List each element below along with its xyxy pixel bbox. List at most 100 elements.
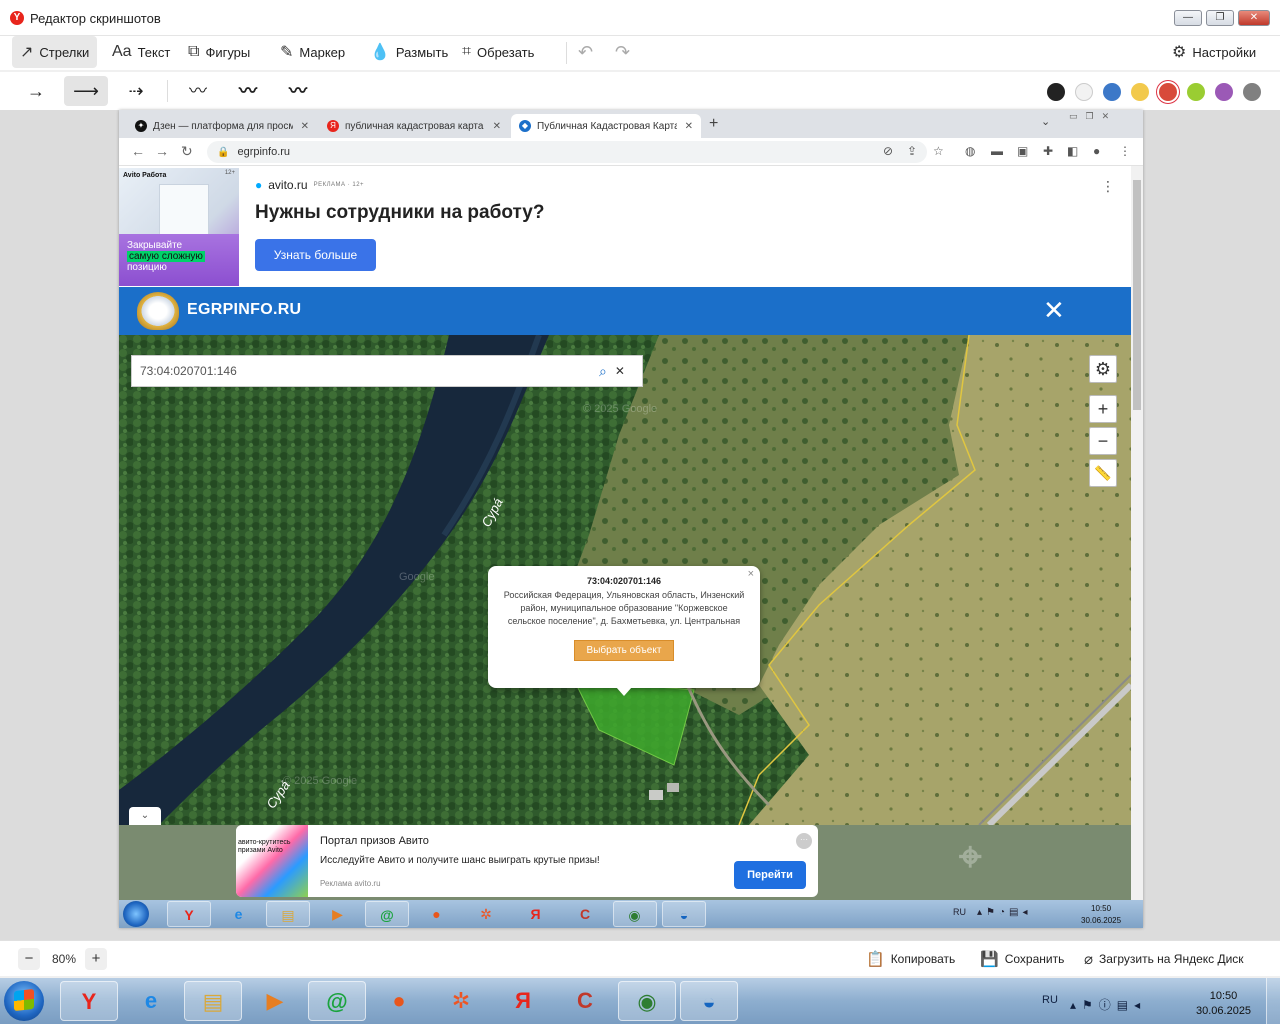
ccleaner-icon[interactable]: C	[556, 981, 614, 1021]
tool-blur[interactable]: 💧 Размыть	[362, 36, 456, 68]
browser-tab[interactable]: ◆ Публичная Кадастровая Карта Р ✕	[511, 114, 701, 138]
ruler-button[interactable]: 📏	[1089, 459, 1117, 487]
tab-search-icon[interactable]: ⌄	[1041, 115, 1050, 128]
save-button[interactable]: 💾 Сохранить	[980, 950, 1064, 968]
page-scrollbar[interactable]	[1131, 166, 1143, 900]
chrome-icon[interactable]: ◉	[618, 981, 676, 1021]
puzzle-icon[interactable]: ✚	[1043, 144, 1053, 158]
ad-source[interactable]: ● avito.ru РЕКЛАМА · 12+	[255, 178, 364, 192]
ad-image[interactable]: Avito Работа 12+ Закрывайте самую сложну…	[119, 168, 239, 286]
yandex-icon[interactable]: Я	[494, 981, 552, 1021]
tray-clock[interactable]: 10:50 30.06.2025	[1196, 989, 1251, 1019]
popup-close-icon[interactable]: ×	[748, 568, 754, 580]
extension-icon[interactable]: ▬	[991, 144, 1003, 158]
tool-marker[interactable]: ✎ Маркер	[272, 36, 353, 68]
color-swatch[interactable]	[1187, 83, 1205, 101]
ad-card-title[interactable]: Портал призов Авито	[320, 835, 429, 847]
explorer-folder-icon[interactable]: ▤	[266, 901, 310, 927]
color-swatch[interactable]	[1159, 83, 1177, 101]
search-icon[interactable]: ⌕	[599, 363, 607, 380]
zoom-in-editor-button[interactable]: +	[85, 948, 107, 970]
zoom-out-editor-button[interactable]: −	[18, 948, 40, 970]
upload-disk-button[interactable]: ⌀ Загрузить на Яндекс Диск	[1084, 950, 1244, 968]
close-window-button[interactable]: ✕	[1238, 10, 1270, 26]
settings-button[interactable]: ⚙ Настройки	[1164, 36, 1264, 68]
ccleaner-icon[interactable]: C	[563, 901, 607, 927]
browser-tab[interactable]: ✦ Дзен — платформа для просмотра ✕	[127, 114, 317, 138]
disk-icon[interactable]: ◒	[680, 981, 738, 1021]
media-player-icon[interactable]: ▶	[246, 981, 304, 1021]
browser-tab[interactable]: Япубличная кадастровая карта — Я ✕	[319, 114, 509, 138]
ad-learn-more-button[interactable]: Узнать больше	[255, 239, 376, 271]
tool-crop[interactable]: ⌗ Обрезать	[454, 36, 542, 68]
color-swatch[interactable]	[1103, 83, 1121, 101]
zoom-in-button[interactable]: +	[1089, 395, 1117, 423]
forward-icon[interactable]: →	[155, 143, 169, 159]
map-close-button[interactable]: ✕	[1043, 295, 1065, 325]
tool-arrow[interactable]: ↗ Стрелки	[12, 36, 98, 68]
disk-icon[interactable]: ◒	[662, 901, 706, 927]
tool-shapes[interactable]: ⧉ Фигуры	[180, 36, 258, 68]
ad-go-button[interactable]: Перейти	[734, 861, 806, 889]
cadastral-map[interactable]: Сура́ Сура́ © 2025 Google Google © 2025 …	[119, 335, 1131, 825]
extension-icon[interactable]: ◍	[965, 144, 975, 158]
mail-agent-icon[interactable]: @	[308, 981, 366, 1021]
language-indicator[interactable]: RU	[1042, 994, 1058, 1006]
new-tab-button[interactable]: +	[709, 115, 718, 133]
show-desktop-button[interactable]	[1266, 978, 1280, 1024]
profile-icon[interactable]: ●	[1093, 144, 1100, 158]
menu-icon[interactable]: ⋮	[1119, 144, 1131, 158]
url-field[interactable]: 🔒 egrpinfo.ru	[207, 141, 927, 163]
internet-explorer-icon[interactable]: e	[217, 901, 261, 927]
clear-search-icon[interactable]: ✕	[615, 364, 625, 378]
tool-text[interactable]: Aa Текст	[104, 36, 178, 68]
ok-icon[interactable]: ✲	[464, 901, 508, 927]
share-icon[interactable]: ⇪	[907, 144, 917, 158]
back-icon[interactable]: ←	[131, 143, 145, 159]
site-name[interactable]: EGRPINFO.RU	[187, 301, 301, 319]
color-swatch[interactable]	[1243, 83, 1261, 101]
ad-card[interactable]: авито-крутитесь призами Avito Портал при…	[236, 825, 818, 897]
browser-window-controls[interactable]: ▭❐✕	[1069, 111, 1117, 122]
firefox-icon[interactable]: ●	[370, 981, 428, 1021]
firefox-icon[interactable]: ●	[415, 901, 459, 927]
media-player-icon[interactable]: ▶	[316, 901, 360, 927]
blocked-icon[interactable]: ⊘	[883, 144, 893, 158]
tab-close-icon[interactable]: ✕	[493, 121, 501, 132]
color-swatch[interactable]	[1131, 83, 1149, 101]
redo-icon[interactable]: ↷	[615, 42, 630, 63]
yandex-browser-icon[interactable]: Y	[167, 901, 211, 927]
mail-agent-icon[interactable]: @	[365, 901, 409, 927]
select-object-button[interactable]: Выбрать объект	[573, 640, 675, 661]
ad-more-icon[interactable]: ···	[796, 833, 812, 849]
reload-icon[interactable]: ↻	[181, 143, 193, 160]
color-swatch[interactable]	[1047, 83, 1065, 101]
maximize-button[interactable]: ❐	[1206, 10, 1234, 26]
scrollbar-thumb[interactable]	[1133, 180, 1141, 410]
ad-options-icon[interactable]: ⋮	[1101, 178, 1115, 195]
color-swatch[interactable]	[1215, 83, 1233, 101]
stroke-style-option[interactable]: →	[14, 76, 58, 106]
stroke-style-option[interactable]: 〰	[176, 76, 220, 106]
stroke-style-option[interactable]: ⇢	[114, 76, 158, 106]
stroke-style-option[interactable]: 〰	[276, 76, 320, 106]
color-swatch[interactable]	[1075, 83, 1093, 101]
tab-close-icon[interactable]: ✕	[301, 121, 309, 132]
yandex-icon[interactable]: Я	[514, 901, 558, 927]
undo-icon[interactable]: ↶	[578, 42, 593, 63]
explorer-folder-icon[interactable]: ▤	[184, 981, 242, 1021]
copy-button[interactable]: 📋 Копировать	[866, 950, 955, 968]
tab-close-icon[interactable]: ✕	[685, 121, 693, 132]
stroke-style-option[interactable]: 〰	[226, 76, 270, 106]
collapse-panel-button[interactable]: ⌄	[129, 807, 161, 825]
extension-icon[interactable]: ▣	[1017, 144, 1028, 158]
ad-banner-top[interactable]: Avito Работа 12+ Закрывайте самую сложну…	[119, 166, 1131, 287]
ad-headline[interactable]: Нужны сотрудники на работу?	[255, 202, 544, 224]
start-button[interactable]	[4, 981, 44, 1021]
chrome-icon[interactable]: ◉	[612, 901, 657, 927]
tray-icons[interactable]: ▴⚑ⓘ▤◂	[1070, 996, 1146, 1013]
zoom-out-button[interactable]: −	[1089, 427, 1117, 455]
yandex-browser-icon[interactable]: Y	[60, 981, 118, 1021]
cadastral-search-input[interactable]	[140, 364, 595, 378]
minimize-button[interactable]: —	[1174, 10, 1202, 26]
